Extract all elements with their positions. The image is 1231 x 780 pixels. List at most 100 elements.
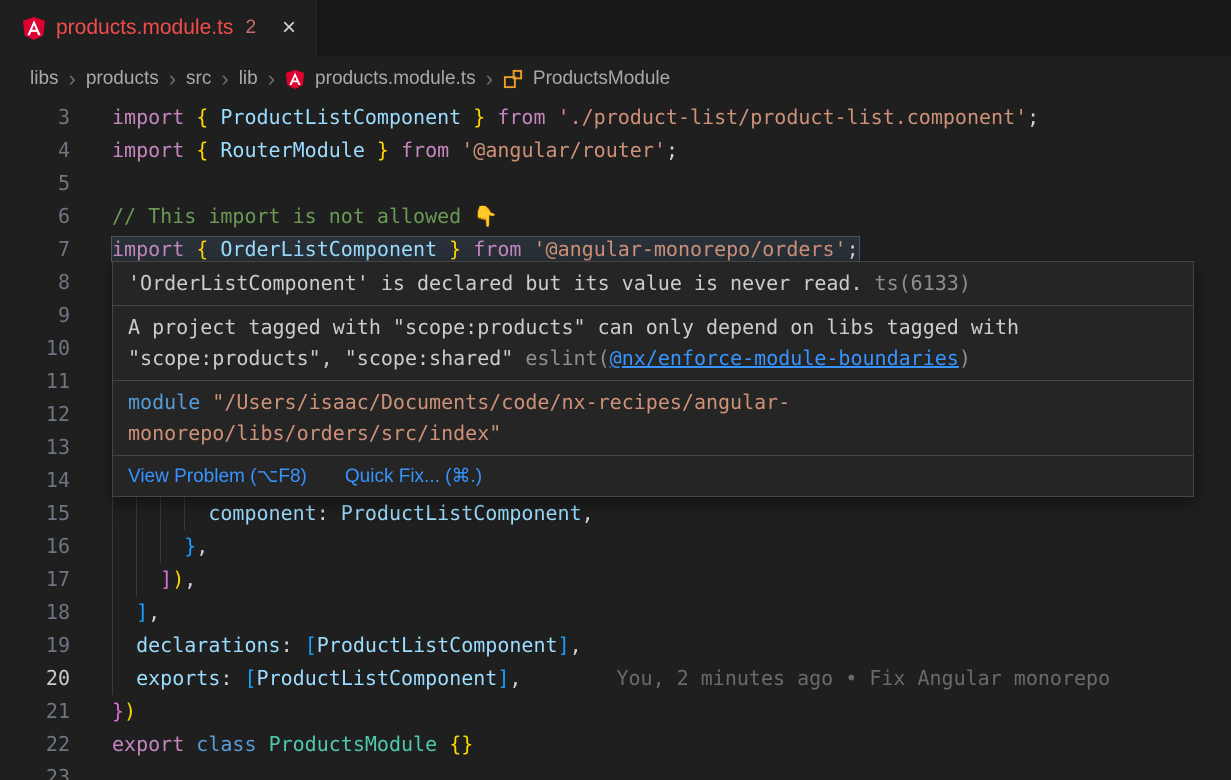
line-number[interactable]: 10	[0, 332, 112, 365]
code-line[interactable]: 19 declarations: [ProductListComponent],	[0, 629, 1231, 662]
line-number[interactable]: 14	[0, 464, 112, 497]
code-token: {	[196, 105, 208, 129]
line-number[interactable]: 21	[0, 695, 112, 728]
line-number[interactable]: 23	[0, 761, 112, 780]
hover-actions: View Problem (⌥F8) Quick Fix... (⌘.)	[113, 456, 1193, 496]
line-number[interactable]: 19	[0, 629, 112, 662]
indent-guide	[112, 596, 113, 629]
hover-text: module	[128, 390, 212, 414]
code-token: ;	[1027, 105, 1039, 129]
code-token: ProductListComponent	[257, 666, 498, 690]
code-line[interactable]: 21})	[0, 695, 1231, 728]
quick-fix-action[interactable]: Quick Fix... (⌘.)	[345, 465, 482, 488]
line-number[interactable]: 12	[0, 398, 112, 431]
code-token: }	[473, 105, 485, 129]
breadcrumb-item-file[interactable]: products.module.ts	[315, 68, 476, 90]
code-editor[interactable]: 3import { ProductListComponent } from '.…	[0, 101, 1231, 780]
tab-problems-count: 2	[245, 17, 256, 39]
line-number[interactable]: 4	[0, 134, 112, 167]
chevron-right-icon: ›	[268, 68, 275, 90]
code-token: OrderListComponent	[208, 237, 449, 261]
tab-bar: products.module.ts 2 ×	[0, 0, 1231, 56]
line-number[interactable]: 20	[0, 662, 112, 695]
close-icon[interactable]: ×	[282, 16, 296, 40]
code-line[interactable]: 18 ],	[0, 596, 1231, 629]
code-token: [	[244, 666, 256, 690]
diagnostic-range: import { OrderListComponent } from '@ang…	[112, 237, 859, 261]
code-token	[389, 138, 401, 162]
code-token: ,	[148, 600, 160, 624]
code-token: :	[317, 501, 341, 525]
code-line[interactable]: 15 component: ProductListComponent,	[0, 497, 1231, 530]
hover-section-eslint-diagnostic: A project tagged with "scope:products" c…	[113, 306, 1193, 381]
indent-guide	[112, 629, 113, 662]
indent-guide	[136, 530, 137, 563]
code-line[interactable]: 23	[0, 761, 1231, 780]
line-number[interactable]: 15	[0, 497, 112, 530]
line-number[interactable]: 8	[0, 266, 112, 299]
code-line[interactable]: 20 exports: [ProductListComponent],You, …	[0, 662, 1231, 695]
code-token: ProductListComponent	[341, 501, 582, 525]
code-line[interactable]: 17 ]),	[0, 563, 1231, 596]
hover-text: ts(6133)	[863, 271, 971, 295]
line-content: ]),	[112, 563, 1231, 596]
breadcrumb-item-lib[interactable]: lib	[239, 68, 258, 90]
code-token: // This import is not allowed	[112, 204, 473, 228]
line-number[interactable]: 18	[0, 596, 112, 629]
code-token	[461, 237, 473, 261]
angular-file-icon	[285, 69, 305, 89]
line-content: exports: [ProductListComponent],You, 2 m…	[112, 662, 1231, 695]
line-number[interactable]: 16	[0, 530, 112, 563]
line-number[interactable]: 9	[0, 299, 112, 332]
code-line[interactable]: 6// This import is not allowed 👇	[0, 200, 1231, 233]
indent-guide	[112, 530, 113, 563]
breadcrumb-item-symbol[interactable]: ProductsModule	[533, 68, 670, 90]
code-line[interactable]: 3import { ProductListComponent } from '.…	[0, 101, 1231, 134]
code-token: './product-list/product-list.component'	[558, 105, 1028, 129]
line-number[interactable]: 7	[0, 233, 112, 266]
code-token: from	[401, 138, 449, 162]
code-line[interactable]: 22export class ProductsModule {}	[0, 728, 1231, 761]
line-number[interactable]: 3	[0, 101, 112, 134]
breadcrumb-item-src[interactable]: src	[186, 68, 211, 90]
indentation	[112, 534, 184, 558]
tab-products-module[interactable]: products.module.ts 2 ×	[0, 0, 317, 56]
breadcrumb-item-libs[interactable]: libs	[30, 68, 59, 90]
code-token: ,	[582, 501, 594, 525]
code-line[interactable]: 5	[0, 167, 1231, 200]
code-line[interactable]: 4import { RouterModule } from '@angular/…	[0, 134, 1231, 167]
code-token: component	[208, 501, 316, 525]
code-token: ]	[136, 600, 148, 624]
code-token: }	[112, 699, 124, 723]
line-number[interactable]: 13	[0, 431, 112, 464]
code-line[interactable]: 16 },	[0, 530, 1231, 563]
code-token: ,	[509, 666, 521, 690]
line-number[interactable]: 5	[0, 167, 112, 200]
code-token: ]	[497, 666, 509, 690]
indentation	[112, 666, 136, 690]
hover-text: 'OrderListComponent' is declared but its…	[128, 271, 863, 295]
hover-line: "scope:products", "scope:shared" eslint(…	[128, 343, 1178, 374]
line-number[interactable]: 6	[0, 200, 112, 233]
code-token	[257, 732, 269, 756]
tab-filename: products.module.ts	[56, 16, 233, 40]
indentation	[112, 633, 136, 657]
line-number[interactable]: 17	[0, 563, 112, 596]
diagnostic-range: import { OrderListComponent } from '@ang…	[112, 237, 859, 261]
code-token	[485, 105, 497, 129]
hover-text: "scope:products", "scope:shared"	[128, 346, 525, 370]
code-token: }	[184, 534, 196, 558]
chevron-right-icon: ›	[69, 68, 76, 90]
hover-line: module "/Users/isaac/Documents/code/nx-r…	[128, 387, 1178, 418]
code-token: ]	[160, 567, 172, 591]
line-number[interactable]: 22	[0, 728, 112, 761]
code-token	[184, 105, 196, 129]
line-number[interactable]: 11	[0, 365, 112, 398]
indent-guide	[160, 497, 161, 530]
breadcrumb-item-products[interactable]: products	[86, 68, 159, 90]
code-token	[184, 732, 196, 756]
code-token	[546, 105, 558, 129]
eslint-rule-link[interactable]: @nx/enforce-module-boundaries	[610, 346, 959, 370]
code-token: import	[112, 138, 184, 162]
view-problem-action[interactable]: View Problem (⌥F8)	[128, 465, 307, 488]
